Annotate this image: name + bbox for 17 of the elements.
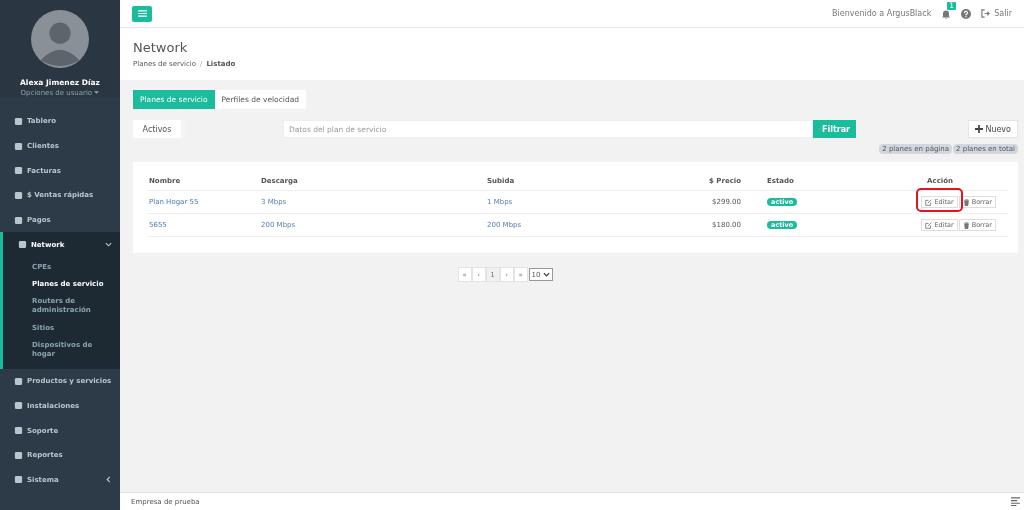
page-title: Network [133, 40, 189, 55]
chevron-down-icon [543, 271, 551, 278]
edit-icon [925, 198, 933, 206]
menu-button[interactable] [132, 5, 152, 22]
logout-link[interactable]: Salir [981, 9, 1012, 18]
help-icon[interactable] [961, 8, 972, 19]
bell-icon[interactable] [941, 8, 952, 19]
list-icon[interactable] [1011, 497, 1020, 506]
welcome-text: Bienvenido a ArgusBlack [832, 9, 932, 18]
trash-icon [962, 221, 970, 229]
avatar-silhouette-icon [30, 10, 90, 68]
edit-icon [925, 221, 933, 229]
trash-icon [962, 198, 970, 206]
logout-icon [981, 9, 991, 18]
new-button[interactable]: Nuevo [968, 120, 1018, 138]
plus-icon [975, 125, 984, 133]
caret-icon [94, 90, 100, 95]
